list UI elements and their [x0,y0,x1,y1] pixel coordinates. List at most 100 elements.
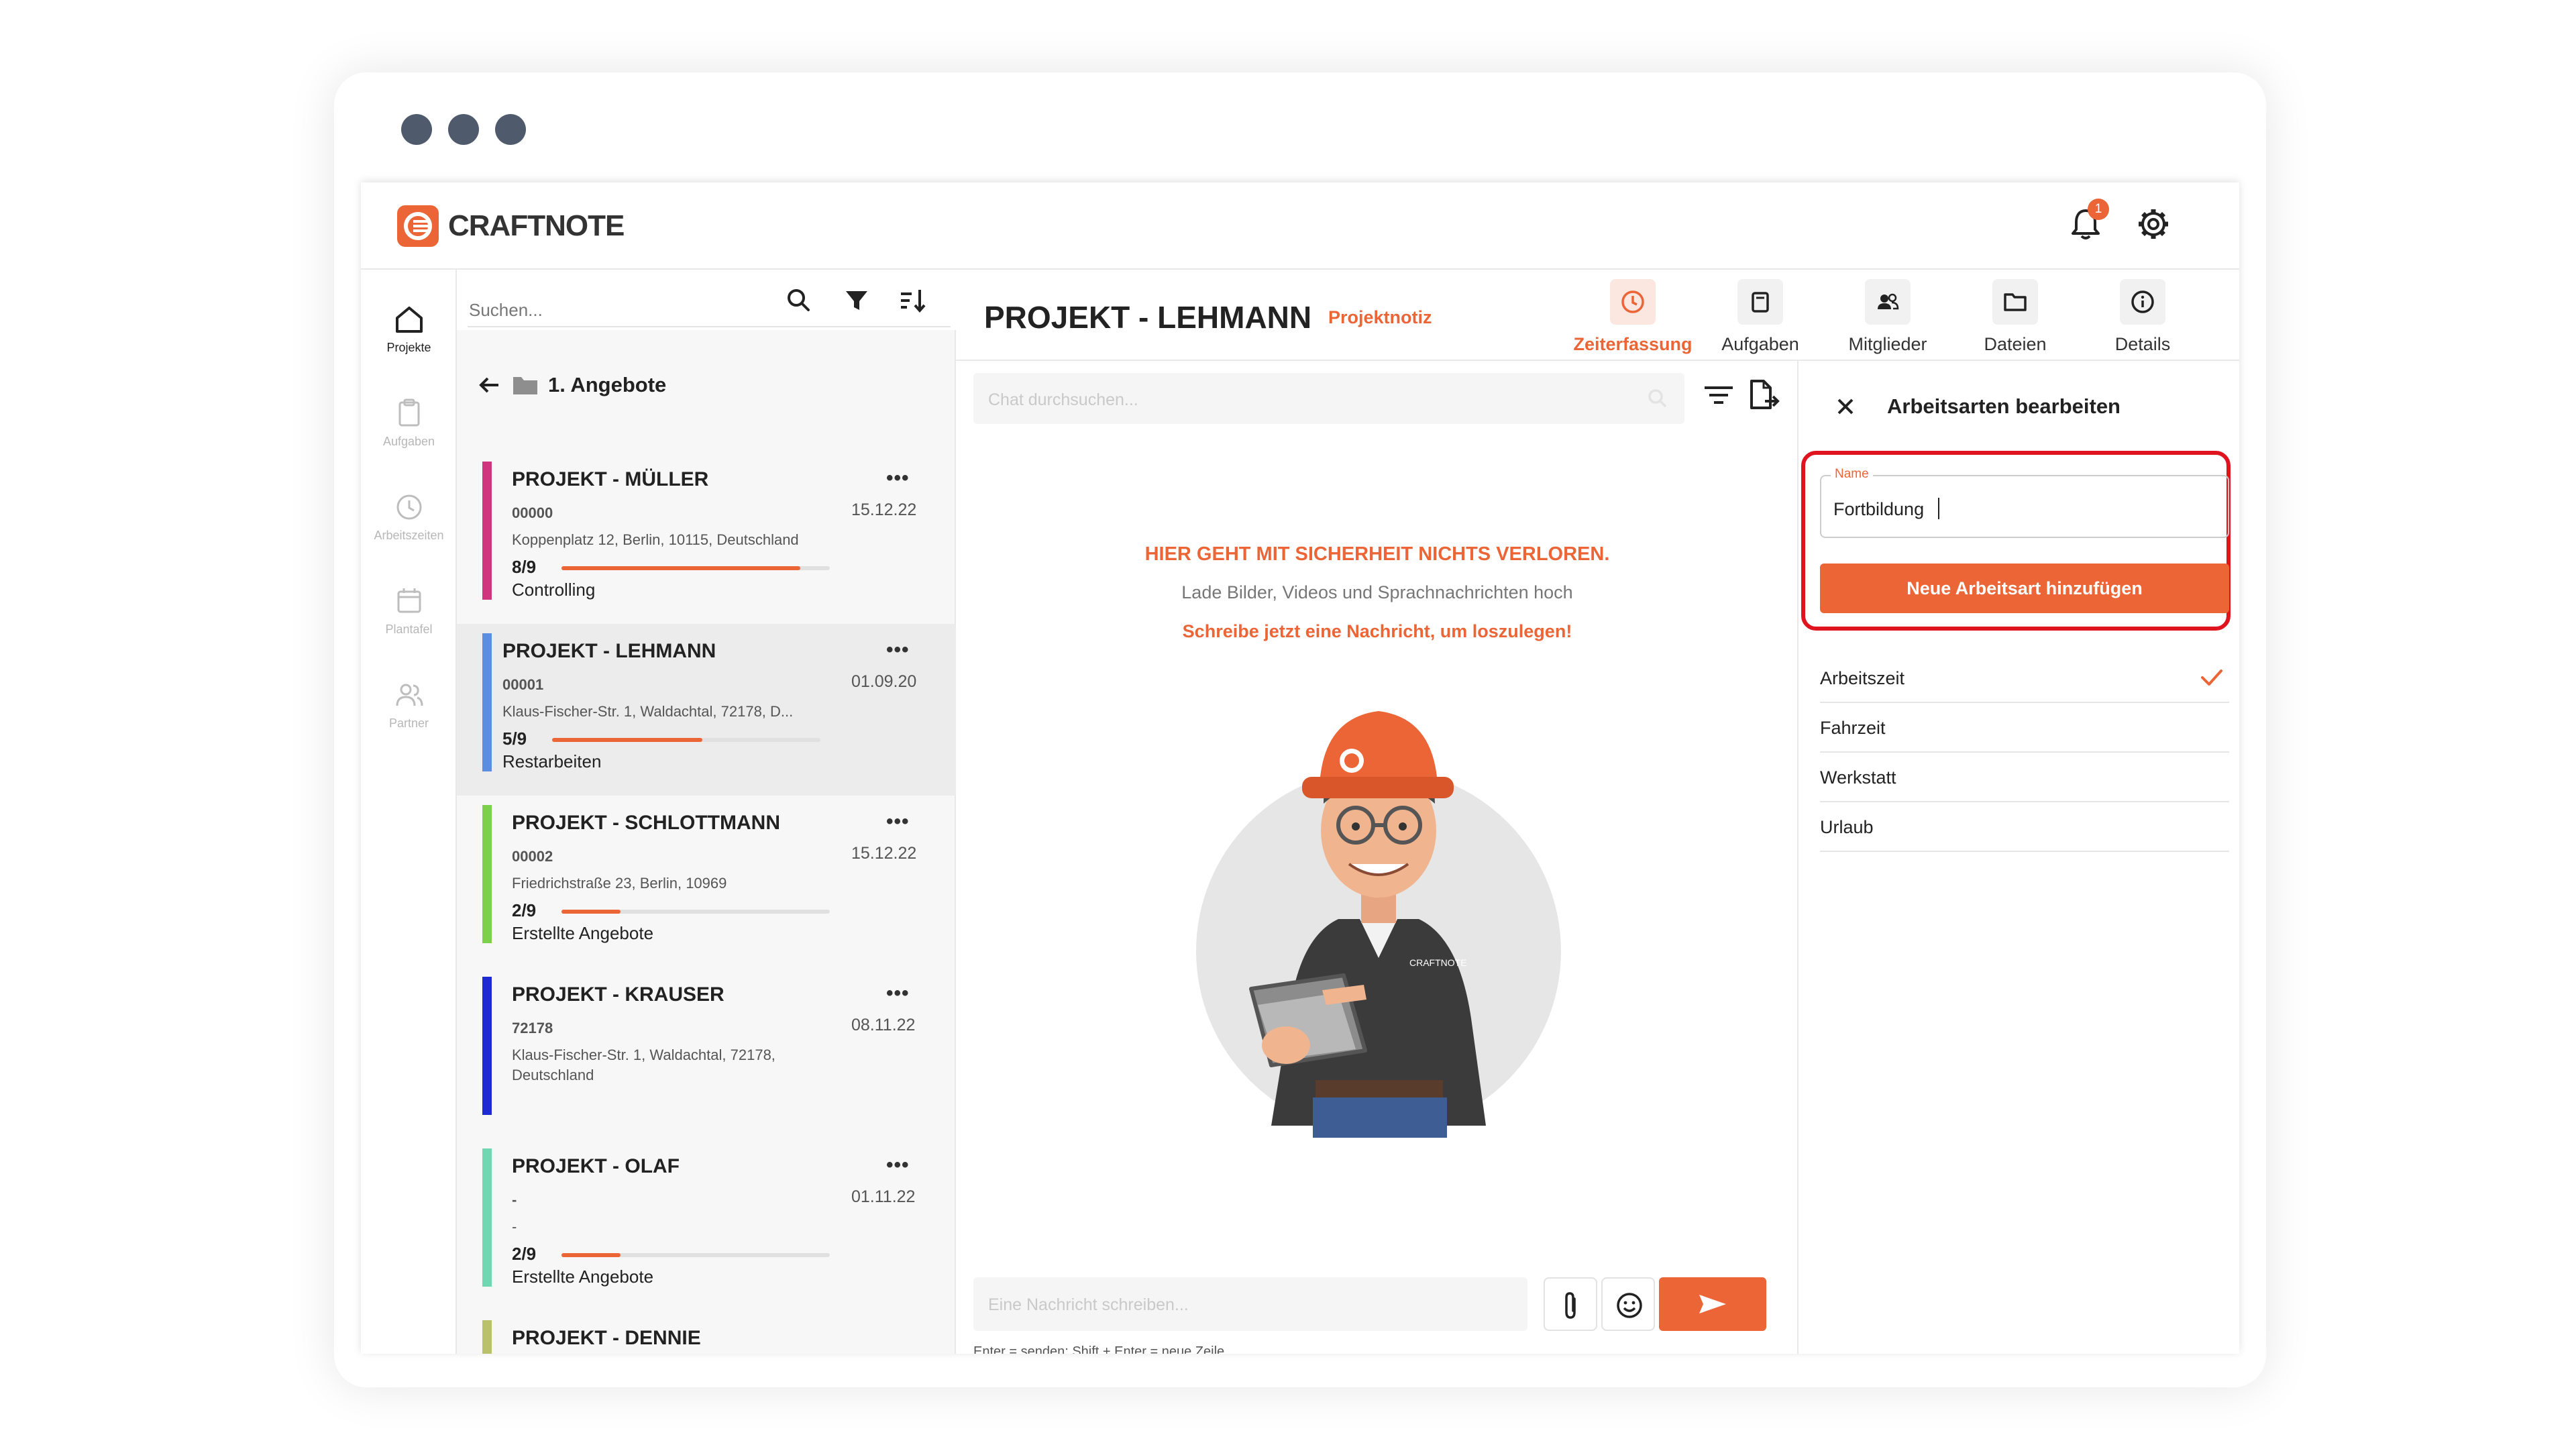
progress-bar [561,1253,830,1257]
tab-label: Dateien [1984,334,2047,354]
notification-badge: 1 [2088,199,2109,220]
emoji-button[interactable] [1601,1277,1655,1331]
project-card[interactable]: PROJEKT - KRAUSER ••• 72178 08.11.22 Klaus-F… [457,967,956,1139]
logo[interactable]: CRAFTNOTE [397,205,625,247]
chat-search-input[interactable]: Chat durchsuchen... [973,373,1684,424]
project-date: 15.12.22 [851,844,917,863]
more-options-icon[interactable]: ••• [886,467,910,490]
top-bar: CRAFTNOTE 1 [361,182,2239,270]
logo-text: CRAFTNOTE [448,209,625,242]
progress-bar [552,738,820,742]
project-note-tag[interactable]: Projektnotiz [1328,307,1432,328]
nav-item-arbeitszeiten[interactable]: Arbeitszeiten [361,490,457,543]
message-input[interactable]: Eine Nachricht schreiben... [973,1277,1527,1331]
project-color-bar [482,1148,492,1287]
export-document-icon[interactable] [1745,377,1781,413]
empty-state-headline: HIER GEHT MIT SICHERHEIT NICHTS VERLOREN… [1144,543,1610,565]
add-work-type-button[interactable]: Neue Arbeitsart hinzufügen [1820,564,2229,613]
sort-icon[interactable] [897,284,929,317]
attachment-button[interactable] [1544,1277,1597,1331]
tab-mitglieder[interactable]: Mitglieder [1824,279,1951,355]
empty-state-cta: Schreibe jetzt eine Nachricht, um loszul… [1182,621,1572,641]
members-icon [1865,279,1911,325]
work-type-name-field[interactable]: Name Fortbildung [1820,467,2229,538]
tab-details[interactable]: Details [2079,279,2206,355]
project-address: Friedrichstraße 23, Berlin, 10969 [512,875,727,892]
close-icon[interactable] [1832,393,1859,420]
nav-item-partner[interactable]: Partner [361,678,457,731]
more-options-icon[interactable]: ••• [886,810,910,833]
arrow-left-icon[interactable] [476,372,502,398]
project-title: PROJEKT - LEHMANN [984,300,1312,335]
breadcrumb[interactable]: 1. Angebote [476,372,666,398]
project-address: Koppenplatz 12, Berlin, 10115, Deutschla… [512,531,799,548]
progress-label: 8/9 [512,557,537,577]
search-icon[interactable] [783,284,815,317]
nav-item-projekte[interactable]: Projekte [361,302,457,355]
tab-label: Mitglieder [1848,334,1927,354]
search-icon[interactable] [1644,385,1671,415]
project-status: Erstellte Angebote [512,1267,654,1287]
more-options-icon[interactable]: ••• [886,639,910,661]
work-type-row[interactable]: Urlaub [1820,802,2229,852]
project-number: 72178 [512,1020,553,1036]
tab-zeiterfassung[interactable]: Zeiterfassung [1569,279,1697,355]
nav-item-plantafel[interactable]: Plantafel [361,584,457,637]
chat-search-placeholder: Chat durchsuchen... [988,390,1138,409]
chat-filter-icon[interactable] [1701,377,1737,413]
project-title: PROJEKT - LEHMANN [502,640,716,662]
nav-label: Projekte [386,341,431,354]
project-number: 00000 [512,504,553,521]
work-type-label: Fahrzeit [1820,718,1886,738]
project-card[interactable]: PROJEKT - SCHLOTTMANN ••• 00002 15.12.22 Fri… [457,796,956,967]
work-type-row[interactable]: Fahrzeit [1820,703,2229,753]
users-icon [392,678,427,712]
project-card[interactable]: PROJEKT - DENNIE [457,1311,956,1354]
send-button[interactable] [1659,1277,1766,1331]
empty-state-subline: Lade Bilder, Videos und Sprachnachrichte… [1181,582,1573,602]
logo-icon [397,205,439,247]
send-icon [1699,1295,1726,1313]
folder-icon [513,377,537,394]
gear-icon[interactable] [2133,204,2174,244]
clock-icon [1610,279,1656,325]
work-type-row[interactable]: Werkstatt [1820,753,2229,802]
project-color-bar [482,805,492,943]
project-date: 08.11.22 [851,1016,916,1034]
clipboard-icon [1737,279,1783,325]
project-date: 15.12.22 [851,500,917,519]
work-type-label: Urlaub [1820,817,1874,837]
more-options-icon[interactable]: ••• [886,982,910,1005]
composer-hint: Enter = senden; Shift + Enter = neue Zei… [973,1344,1225,1354]
progress-bar [561,566,830,570]
tab-dateien[interactable]: Dateien [1951,279,2079,355]
project-title: PROJEKT - KRAUSER [512,983,724,1006]
field-value: Fortbildung [1833,499,1925,519]
project-card[interactable]: PROJEKT - OLAF ••• - 01.11.22 - 2/9 Erstellte … [457,1139,956,1311]
project-card[interactable]: PROJEKT - MÜLLER ••• 00000 15.12.22 Koppenpl… [457,452,956,624]
project-status: Restarbeiten [502,751,602,771]
project-search-input[interactable]: Suchen... [469,300,543,321]
tab-label: Details [2114,334,2171,354]
smiley-icon [1617,1293,1642,1318]
work-type-label: Arbeitszeit [1820,668,1905,688]
more-options-icon[interactable]: ••• [886,1154,910,1177]
project-number: 00002 [512,848,553,865]
nav-label: Partner [388,716,429,730]
nav-item-aufgaben[interactable]: Aufgaben [361,396,457,449]
folder-icon [1992,279,2038,325]
window-dot-close[interactable] [401,114,432,145]
work-type-row[interactable]: Arbeitszeit [1820,653,2229,703]
window-dot-minimize[interactable] [448,114,479,145]
filter-icon[interactable] [841,284,873,317]
project-status: Controlling [512,580,596,600]
tab-label: Zeiterfassung [1573,334,1693,354]
progress-bar [561,910,830,914]
home-icon [392,302,427,337]
project-number: 00001 [502,676,544,693]
window-dot-maximize[interactable] [495,114,526,145]
project-card[interactable]: PROJEKT - LEHMANN ••• 00001 01.09.20 Klaus-F… [457,624,956,796]
text-cursor [1938,498,1939,519]
nav-label: Plantafel [385,623,433,636]
tab-aufgaben[interactable]: Aufgaben [1697,279,1824,355]
